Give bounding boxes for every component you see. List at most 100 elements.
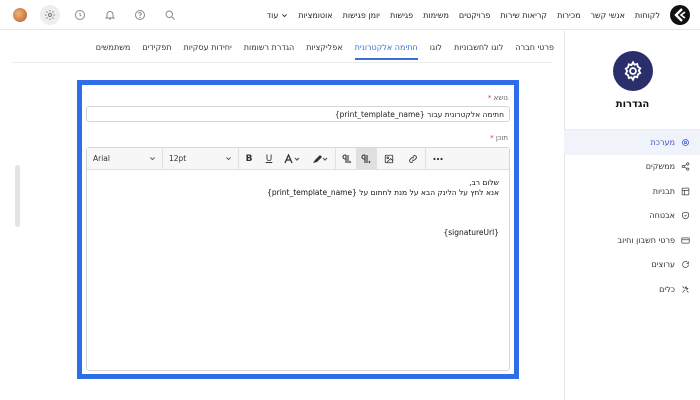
main-nav: לקוחות אנשי קשר מכירות קריאות שירות פרוי… bbox=[267, 0, 660, 30]
chevron-down-icon bbox=[226, 157, 231, 161]
sidebar-item-label: ממשקים bbox=[645, 162, 675, 172]
subject-label: * נושא bbox=[486, 94, 508, 102]
settings-badge bbox=[612, 51, 653, 91]
rtl-button[interactable] bbox=[356, 147, 376, 170]
tab-company-details[interactable]: פרטי חברה bbox=[515, 36, 554, 60]
tab-logo[interactable]: לוגו bbox=[430, 36, 442, 60]
tab-apps[interactable]: אפליקציות bbox=[306, 36, 342, 60]
sidebar-item-channels[interactable]: ערוצים bbox=[564, 253, 700, 278]
nav-item-service-calls[interactable]: קריאות שירות bbox=[500, 11, 547, 20]
editor-toolbar: Arial 12pt B U bbox=[87, 147, 509, 170]
insert-image-button[interactable] bbox=[377, 148, 401, 170]
font-family-value: Arial bbox=[93, 154, 110, 163]
sidebar-item-security[interactable]: אבטחה bbox=[564, 204, 700, 229]
gear-icon bbox=[682, 138, 689, 146]
sidebar-item-tools[interactable]: כלים bbox=[564, 277, 700, 302]
text-color-button[interactable] bbox=[279, 148, 307, 170]
chevron-down-icon bbox=[150, 157, 155, 161]
tab-e-signature[interactable]: חתימה אלקטרונית bbox=[354, 36, 418, 60]
sidebar-item-label: ערוצים bbox=[651, 260, 675, 270]
sidebar-item-label: כלים bbox=[659, 284, 675, 294]
content-label: * תוכן bbox=[488, 134, 508, 142]
editor-line: שלום רב, bbox=[469, 178, 499, 187]
ltr-icon bbox=[342, 153, 351, 163]
more-horizontal-icon bbox=[433, 157, 443, 160]
top-bar: לקוחות אנשי קשר מכירות קריאות שירות פרוי… bbox=[0, 0, 700, 30]
nav-item-contacts[interactable]: אנשי קשר bbox=[591, 11, 625, 20]
font-size-select[interactable]: 12pt bbox=[163, 147, 239, 170]
highlight-color-button[interactable] bbox=[307, 148, 335, 170]
layout-icon bbox=[681, 187, 690, 195]
editor-content[interactable]: שלום רב, אנא לחץ על הלינק הבא על מנת לחת… bbox=[87, 170, 509, 370]
nav-item-calendar[interactable]: יומן פגישות bbox=[343, 11, 380, 20]
ltr-button[interactable] bbox=[336, 148, 356, 170]
insert-link-button[interactable] bbox=[401, 148, 425, 170]
bold-button[interactable]: B bbox=[239, 148, 259, 170]
tabs-divider bbox=[12, 62, 552, 63]
sidebar-item-integrations[interactable]: ממשקים bbox=[564, 155, 700, 180]
content-label-text: תוכן bbox=[495, 134, 508, 142]
sidebar-item-templates[interactable]: תבניות bbox=[564, 179, 700, 204]
editor-line: אנא לחץ על הלינק הבא על מנת לחתום על {pr… bbox=[267, 188, 499, 197]
nav-item-tasks[interactable]: משימות bbox=[423, 11, 449, 20]
sidebar-title: הגדרות bbox=[615, 99, 650, 110]
text-color-icon bbox=[284, 153, 300, 163]
tab-users[interactable]: משתמשים bbox=[96, 36, 131, 60]
font-size-value: 12pt bbox=[169, 154, 187, 163]
tab-record-settings[interactable]: הגדרת רשומות bbox=[244, 36, 294, 60]
settings-sidebar: הגדרות מערכת ממשקים תבניות אבטחה פרטי חש… bbox=[564, 31, 700, 400]
signature-form-panel: * נושא * תוכן Arial 12pt B U bbox=[77, 80, 519, 379]
nav-more-label: עוד bbox=[266, 10, 279, 20]
sidebar-item-label: תבניות bbox=[652, 186, 675, 196]
shield-icon bbox=[682, 211, 689, 220]
help-icon[interactable] bbox=[130, 5, 150, 25]
subject-input[interactable] bbox=[86, 106, 510, 122]
settings-tabs: פרטי חברה לוגו לחשבוניות לוגו חתימה אלקט… bbox=[96, 36, 554, 60]
rich-text-editor: Arial 12pt B U שלום רב, אנא לחץ על הלינק… bbox=[86, 147, 510, 371]
top-icons bbox=[10, 5, 180, 25]
image-icon bbox=[384, 154, 394, 163]
editor-line: {signatureUrl} bbox=[443, 228, 499, 237]
clock-icon[interactable] bbox=[70, 5, 90, 25]
more-options-button[interactable] bbox=[426, 148, 450, 170]
avatar[interactable] bbox=[10, 5, 30, 25]
nav-item-projects[interactable]: פרויקטים bbox=[459, 11, 490, 20]
nav-item-meetings[interactable]: פגישות bbox=[390, 11, 413, 20]
search-icon[interactable] bbox=[160, 5, 180, 25]
gear-icon[interactable] bbox=[40, 5, 60, 25]
sidebar-item-label: פרטי חשבון וחיוב bbox=[617, 235, 675, 245]
gear-icon bbox=[623, 60, 642, 82]
nav-item-customers[interactable]: לקוחות bbox=[635, 11, 660, 20]
nav-item-sales[interactable]: מכירות bbox=[557, 11, 580, 20]
highlighter-icon bbox=[313, 154, 328, 163]
subject-label-text: נושא bbox=[493, 94, 508, 102]
sidebar-list: מערכת ממשקים תבניות אבטחה פרטי חשבון וחי… bbox=[564, 129, 700, 302]
nav-more-menu[interactable]: עוד bbox=[267, 11, 289, 20]
chevron-down-icon bbox=[282, 13, 288, 17]
underline-button[interactable]: U bbox=[259, 148, 279, 170]
sidebar-item-label: מערכת bbox=[650, 137, 675, 147]
scrollbar[interactable] bbox=[15, 165, 20, 227]
share-icon bbox=[681, 162, 690, 171]
sidebar-item-billing[interactable]: פרטי חשבון וחיוב bbox=[564, 228, 700, 253]
app-root: לקוחות אנשי קשר מכירות קריאות שירות פרוי… bbox=[0, 0, 700, 400]
font-family-select[interactable]: Arial bbox=[87, 147, 163, 170]
bell-icon[interactable] bbox=[100, 5, 120, 25]
required-mark: * bbox=[490, 134, 494, 142]
tab-invoice-logo[interactable]: לוגו לחשבוניות bbox=[454, 36, 503, 60]
refresh-icon bbox=[682, 261, 689, 269]
app-logo[interactable] bbox=[670, 5, 690, 25]
tab-business-units[interactable]: יחידות עסקיות bbox=[184, 36, 232, 60]
credit-card-icon bbox=[681, 237, 690, 244]
rtl-icon bbox=[361, 153, 371, 163]
tools-icon bbox=[682, 285, 689, 293]
sidebar-item-label: אבטחה bbox=[649, 211, 675, 221]
nav-item-automations[interactable]: אוטומציות bbox=[298, 11, 332, 20]
tab-roles[interactable]: תפקידים bbox=[142, 36, 171, 60]
sidebar-item-system[interactable]: מערכת bbox=[564, 130, 700, 155]
required-mark: * bbox=[487, 94, 492, 102]
link-icon bbox=[409, 154, 417, 163]
